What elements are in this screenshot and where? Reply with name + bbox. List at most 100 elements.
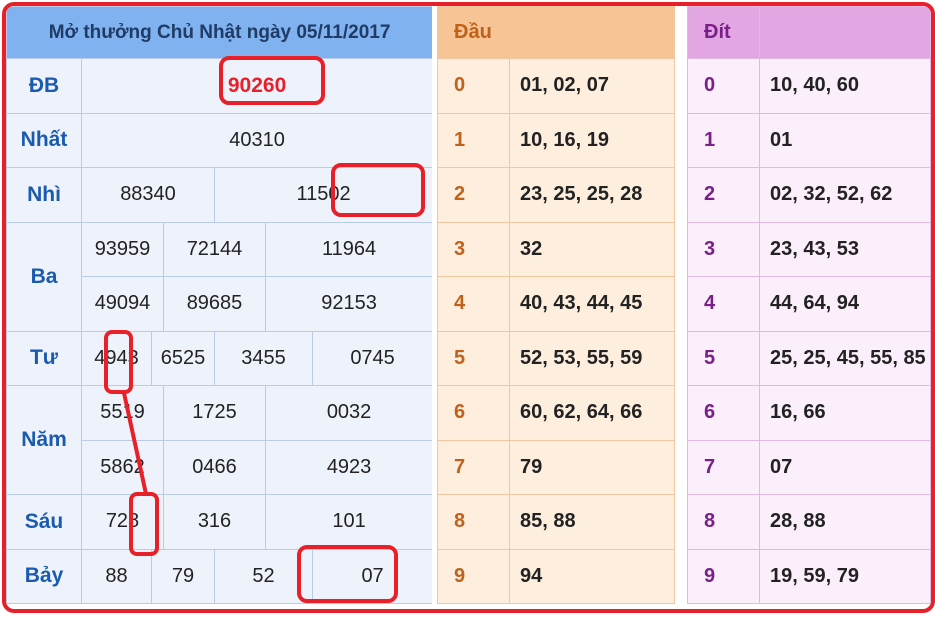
digit-key: 6 <box>687 385 760 441</box>
digit-key: 8 <box>437 494 510 550</box>
digit-values: 85, 88 <box>509 494 675 550</box>
prize-value: 40310 <box>80 112 434 168</box>
dau-header-empty <box>509 6 675 59</box>
prize-row-bay: Bảy 88 79 52 07 <box>6 548 434 604</box>
prize-label: Sáu <box>6 494 82 550</box>
digit-key: 2 <box>687 167 760 223</box>
prize-row-nhat: Nhất 40310 <box>6 112 434 168</box>
table-row: 4 44, 64, 94 <box>687 276 931 332</box>
digit-values: 23, 25, 25, 28 <box>509 167 675 223</box>
dau-header: Đầu <box>437 6 510 59</box>
prize-table: Mở thưởng Chủ Nhật ngày 05/11/2017 ĐB 90… <box>6 6 434 604</box>
table-row: 9 19, 59, 79 <box>687 548 931 604</box>
prize-value: 728 <box>81 494 164 550</box>
digit-values: 07 <box>759 439 931 495</box>
prize-value: 6525 <box>151 330 215 386</box>
table-row: 3 32 <box>437 221 675 277</box>
prize-label: Ba <box>6 221 82 332</box>
table-row: 2 23, 25, 25, 28 <box>437 167 675 223</box>
dit-header: Đít <box>687 6 760 59</box>
prize-value: 88340 <box>81 167 215 223</box>
digit-key: 9 <box>437 548 510 604</box>
digit-values: 44, 64, 94 <box>759 276 931 332</box>
digit-key: 7 <box>687 439 760 495</box>
tail-digit-panel: Đít 0 10, 40, 60 1 01 2 02, 32, 52, 62 3 23,… <box>687 6 931 609</box>
prize-row-tu: Tư 4943 6525 3455 0745 <box>6 330 434 386</box>
digit-key: 3 <box>437 221 510 277</box>
table-row: 7 79 <box>437 439 675 495</box>
table-row: 5 52, 53, 55, 59 <box>437 330 675 386</box>
prize-value: 4943 <box>81 330 152 386</box>
digit-key: 5 <box>437 330 510 386</box>
prize-row-sau: Sáu 728 316 101 <box>6 494 434 550</box>
results-frame: Mở thưởng Chủ Nhật ngày 05/11/2017 ĐB 90… <box>2 2 935 613</box>
table-row: 6 60, 62, 64, 66 <box>437 385 675 441</box>
table-row: 1 10, 16, 19 <box>437 112 675 168</box>
digit-key: 4 <box>437 276 510 332</box>
digit-key: 4 <box>687 276 760 332</box>
prize-label: ĐB <box>6 58 82 114</box>
table-row: 4 40, 43, 44, 45 <box>437 276 675 332</box>
digit-key: 0 <box>687 58 760 114</box>
digit-values: 40, 43, 44, 45 <box>509 276 675 332</box>
prize-value: 5519 <box>81 385 164 441</box>
digit-values: 19, 59, 79 <box>759 548 931 604</box>
prize-value: 5862 <box>81 439 164 495</box>
digit-key: 2 <box>437 167 510 223</box>
prize-label: Tư <box>6 330 82 386</box>
prize-value: 1725 <box>163 385 266 441</box>
digit-key: 1 <box>687 112 760 168</box>
digit-values: 01 <box>759 112 931 168</box>
digit-values: 02, 32, 52, 62 <box>759 167 931 223</box>
digit-values: 10, 40, 60 <box>759 58 931 114</box>
prize-value: 4923 <box>264 439 434 495</box>
prize-value: 0745 <box>311 330 434 386</box>
digit-values: 25, 25, 45, 55, 85 <box>759 330 931 386</box>
prize-value: 11502 <box>213 167 434 223</box>
table-row: 8 85, 88 <box>437 494 675 550</box>
table-row: 5 25, 25, 45, 55, 85 <box>687 330 931 386</box>
prize-value: 07 <box>311 548 434 604</box>
digit-key: 9 <box>687 548 760 604</box>
prize-value: 0032 <box>264 385 434 441</box>
prize-row-nam: Năm 5519 1725 0032 <box>6 385 434 495</box>
dit-header-empty <box>759 6 931 59</box>
prize-value: 72144 <box>163 221 266 277</box>
prize-label: Nhì <box>6 167 82 223</box>
head-digit-table: Đầu 0 01, 02, 07 1 10, 16, 19 2 23, 25, 25,… <box>437 6 675 604</box>
digit-key: 8 <box>687 494 760 550</box>
prize-value: 89685 <box>163 276 266 332</box>
head-digit-panel: Đầu 0 01, 02, 07 1 10, 16, 19 2 23, 25, 25,… <box>437 6 675 609</box>
prize-table-panel: Mở thưởng Chủ Nhật ngày 05/11/2017 ĐB 90… <box>6 6 434 609</box>
digit-values: 28, 88 <box>759 494 931 550</box>
digit-key: 7 <box>437 439 510 495</box>
digit-values: 10, 16, 19 <box>509 112 675 168</box>
prize-row-db: ĐB 90260 <box>6 58 434 114</box>
table-row: 1 01 <box>687 112 931 168</box>
digit-key: 5 <box>687 330 760 386</box>
digit-values: 60, 62, 64, 66 <box>509 385 675 441</box>
prize-value: 49094 <box>81 276 164 332</box>
digit-key: 3 <box>687 221 760 277</box>
prize-label: Bảy <box>6 548 82 604</box>
prize-value: 52 <box>214 548 313 604</box>
prize-value: 101 <box>264 494 434 550</box>
table-row: 9 94 <box>437 548 675 604</box>
digit-values: 01, 02, 07 <box>509 58 675 114</box>
panel-divider <box>675 6 687 609</box>
prize-value: 316 <box>163 494 266 550</box>
prize-row-nhi: Nhì 88340 11502 <box>6 167 434 223</box>
prize-value: 3455 <box>214 330 313 386</box>
tail-digit-table: Đít 0 10, 40, 60 1 01 2 02, 32, 52, 62 3 23,… <box>687 6 931 604</box>
digit-values: 16, 66 <box>759 385 931 441</box>
special-prize-value: 90260 <box>80 58 434 114</box>
table-row: 0 10, 40, 60 <box>687 58 931 114</box>
table-row: 8 28, 88 <box>687 494 931 550</box>
digit-values: 32 <box>509 221 675 277</box>
digit-values: 52, 53, 55, 59 <box>509 330 675 386</box>
prize-value: 92153 <box>264 276 434 332</box>
table-row: 6 16, 66 <box>687 385 931 441</box>
draw-date-header: Mở thưởng Chủ Nhật ngày 05/11/2017 <box>6 6 434 59</box>
prize-value: 0466 <box>163 439 266 495</box>
digit-values: 23, 43, 53 <box>759 221 931 277</box>
